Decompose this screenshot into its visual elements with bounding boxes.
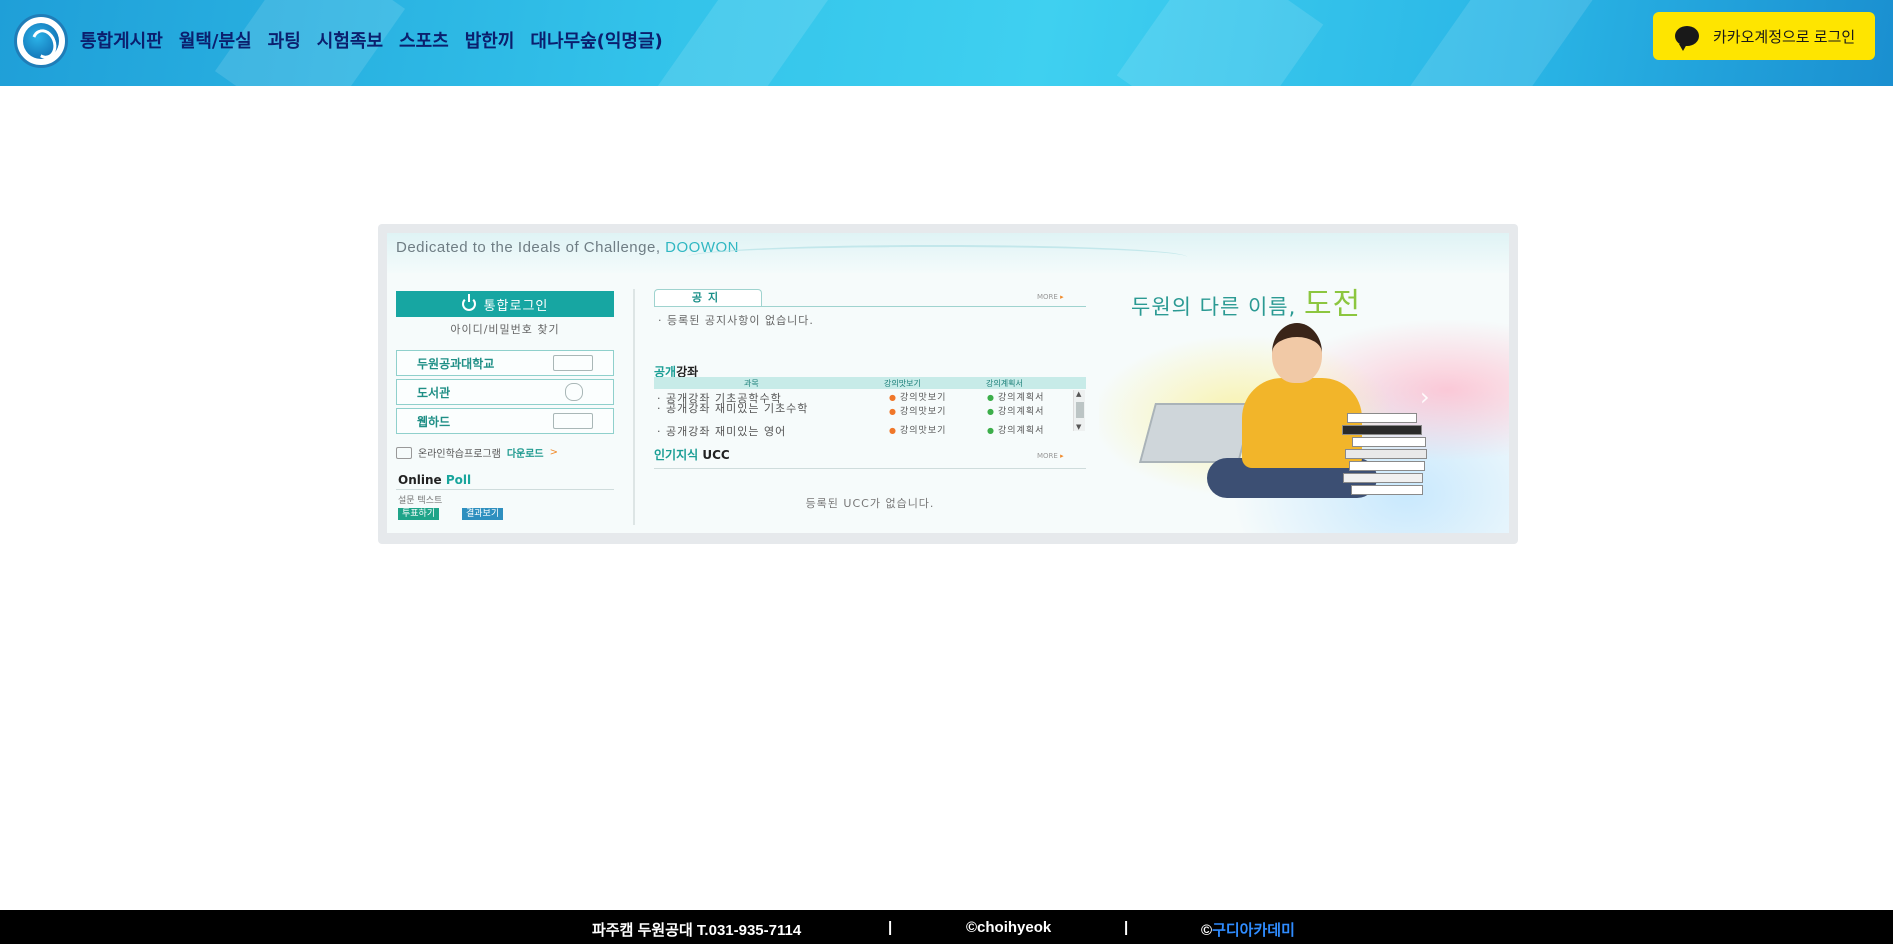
scroll-down-icon[interactable]: ▼ <box>1076 423 1081 431</box>
lecture-preview-link[interactable]: 강의맛보기 <box>889 390 946 403</box>
lecture-scrollbar[interactable]: ▲ ▼ <box>1073 390 1085 431</box>
tab-underline <box>654 306 1086 307</box>
student-image <box>1242 378 1362 468</box>
divider <box>654 468 1086 469</box>
storage-icon <box>553 413 593 429</box>
download-link[interactable]: 다운로드 <box>507 445 544 460</box>
book-stack-image <box>1347 413 1417 423</box>
nav-item-anonymous[interactable]: 대나무숲(익명글) <box>530 27 662 53</box>
footer-separator: | <box>888 919 893 936</box>
footer-author: ©choihyeok <box>966 919 1052 936</box>
book-stack-image <box>1345 449 1427 459</box>
scroll-thumb[interactable] <box>1076 402 1084 418</box>
logo-emblem-icon <box>23 23 59 59</box>
nav-item-sports[interactable]: 스포츠 <box>399 27 449 53</box>
student-image <box>1272 323 1322 383</box>
portal-banner: Dedicated to the Ideals of Challenge, DO… <box>387 233 1509 273</box>
quick-link-library[interactable]: 도서관 <box>396 379 614 405</box>
column-divider <box>633 289 635 525</box>
book-stack-image <box>1349 461 1425 471</box>
scroll-up-icon[interactable]: ▲ <box>1076 390 1081 398</box>
lecture-preview-link[interactable]: 강의맛보기 <box>889 423 946 436</box>
lecture-plan-link[interactable]: 강의계획서 <box>987 390 1044 403</box>
portal-frame: Dedicated to the Ideals of Challenge, DO… <box>378 224 1518 544</box>
ucc-empty-message: 등록된 UCC가 없습니다. <box>805 497 935 510</box>
divider <box>396 489 614 490</box>
school-logo[interactable] <box>14 14 68 68</box>
academy-link[interactable]: 구디아카데미 <box>1212 922 1295 939</box>
lecture-link[interactable]: · 공개강좌 재미있는 영어 <box>657 423 867 439</box>
footer-credit: ©구디아카데미 <box>1201 922 1295 939</box>
header-decoration <box>650 0 840 86</box>
book-stack-image <box>1343 473 1423 483</box>
lecture-plan-link[interactable]: 강의계획서 <box>987 423 1044 436</box>
nav-item-board[interactable]: 통합게시판 <box>80 27 163 53</box>
portal-screenshot: Dedicated to the Ideals of Challenge, DO… <box>387 233 1509 533</box>
kakao-login-button[interactable]: 카카오계정으로 로그인 <box>1653 12 1875 60</box>
banner-text: Dedicated to the Ideals of Challenge, DO… <box>396 239 739 256</box>
chevron-right-icon[interactable]: › <box>1420 383 1430 411</box>
lecture-preview-link[interactable]: 강의맛보기 <box>889 404 946 417</box>
quick-link-webhard[interactable]: 웹하드 <box>396 408 614 434</box>
building-icon <box>553 355 593 371</box>
book-stack-image <box>1342 425 1422 435</box>
kakao-login-label: 카카오계정으로 로그인 <box>1713 28 1856 46</box>
notice-more-link[interactable]: MORE <box>1037 293 1064 301</box>
ucc-title: 인기지식 UCC <box>654 448 730 462</box>
nav-item-meal[interactable]: 밥한끼 <box>465 27 515 53</box>
tab-notice[interactable]: 공지 <box>654 289 762 307</box>
column-header: 강의맛보기 <box>884 379 921 388</box>
mouse-icon <box>565 383 583 401</box>
poll-result-button[interactable]: 결과보기 <box>462 508 504 520</box>
nav-item-lost-found[interactable]: 월택/분실 <box>179 27 252 53</box>
main-nav: 통합게시판 월택/분실 과팅 시험족보 스포츠 밥한끼 대나무숲(익명글) <box>80 27 663 53</box>
program-icon <box>396 446 412 459</box>
poll-vote-button[interactable]: 투표하기 <box>398 508 440 520</box>
hero-slogan: 두원의 다른 이름, 도전 <box>1131 287 1362 322</box>
header-decoration <box>1404 0 1596 86</box>
book-stack-image <box>1351 485 1423 495</box>
notice-empty-message: · 등록된 공지사항이 없습니다. <box>658 314 814 327</box>
poll-title: Online Poll <box>398 473 472 487</box>
quick-link-college[interactable]: 두원공과대학교 <box>396 350 614 376</box>
header-decoration <box>1116 0 1324 86</box>
footer: 파주캠 두원공대 T.031-935-7114 | ©choihyeok | ©… <box>0 910 1893 944</box>
column-header: 과목 <box>744 379 759 388</box>
integrated-login-button[interactable]: 통합로그인 <box>396 291 614 317</box>
column-header: 강의계획서 <box>986 379 1023 388</box>
laptop-image <box>1138 403 1256 463</box>
top-header: 통합게시판 월택/분실 과팅 시험족보 스포츠 밥한끼 대나무숲(익명글) 카카… <box>0 0 1893 86</box>
footer-campus: 파주캠 두원공대 T.031-935-7114 <box>592 922 802 939</box>
find-account-link[interactable]: 아이디/비밀번호 찾기 <box>396 321 614 337</box>
power-icon <box>461 294 476 311</box>
download-row: 온라인학습프로그램 다운로드 > <box>396 445 614 460</box>
book-stack-image <box>1352 437 1426 447</box>
lecture-link[interactable]: · 공개강좌 재미있는 기초수학 <box>657 403 867 414</box>
nav-item-exam[interactable]: 시험족보 <box>317 27 383 53</box>
nav-item-meeting[interactable]: 과팅 <box>268 27 301 53</box>
poll-question: 설문 텍스트 <box>398 496 443 506</box>
ucc-more-link[interactable]: MORE <box>1037 452 1064 460</box>
lecture-plan-link[interactable]: 강의계획서 <box>987 404 1044 417</box>
footer-separator: | <box>1124 919 1129 936</box>
lecture-table-header: 과목 강의맛보기 강의계획서 <box>654 377 1086 389</box>
speech-bubble-icon <box>1675 26 1699 51</box>
